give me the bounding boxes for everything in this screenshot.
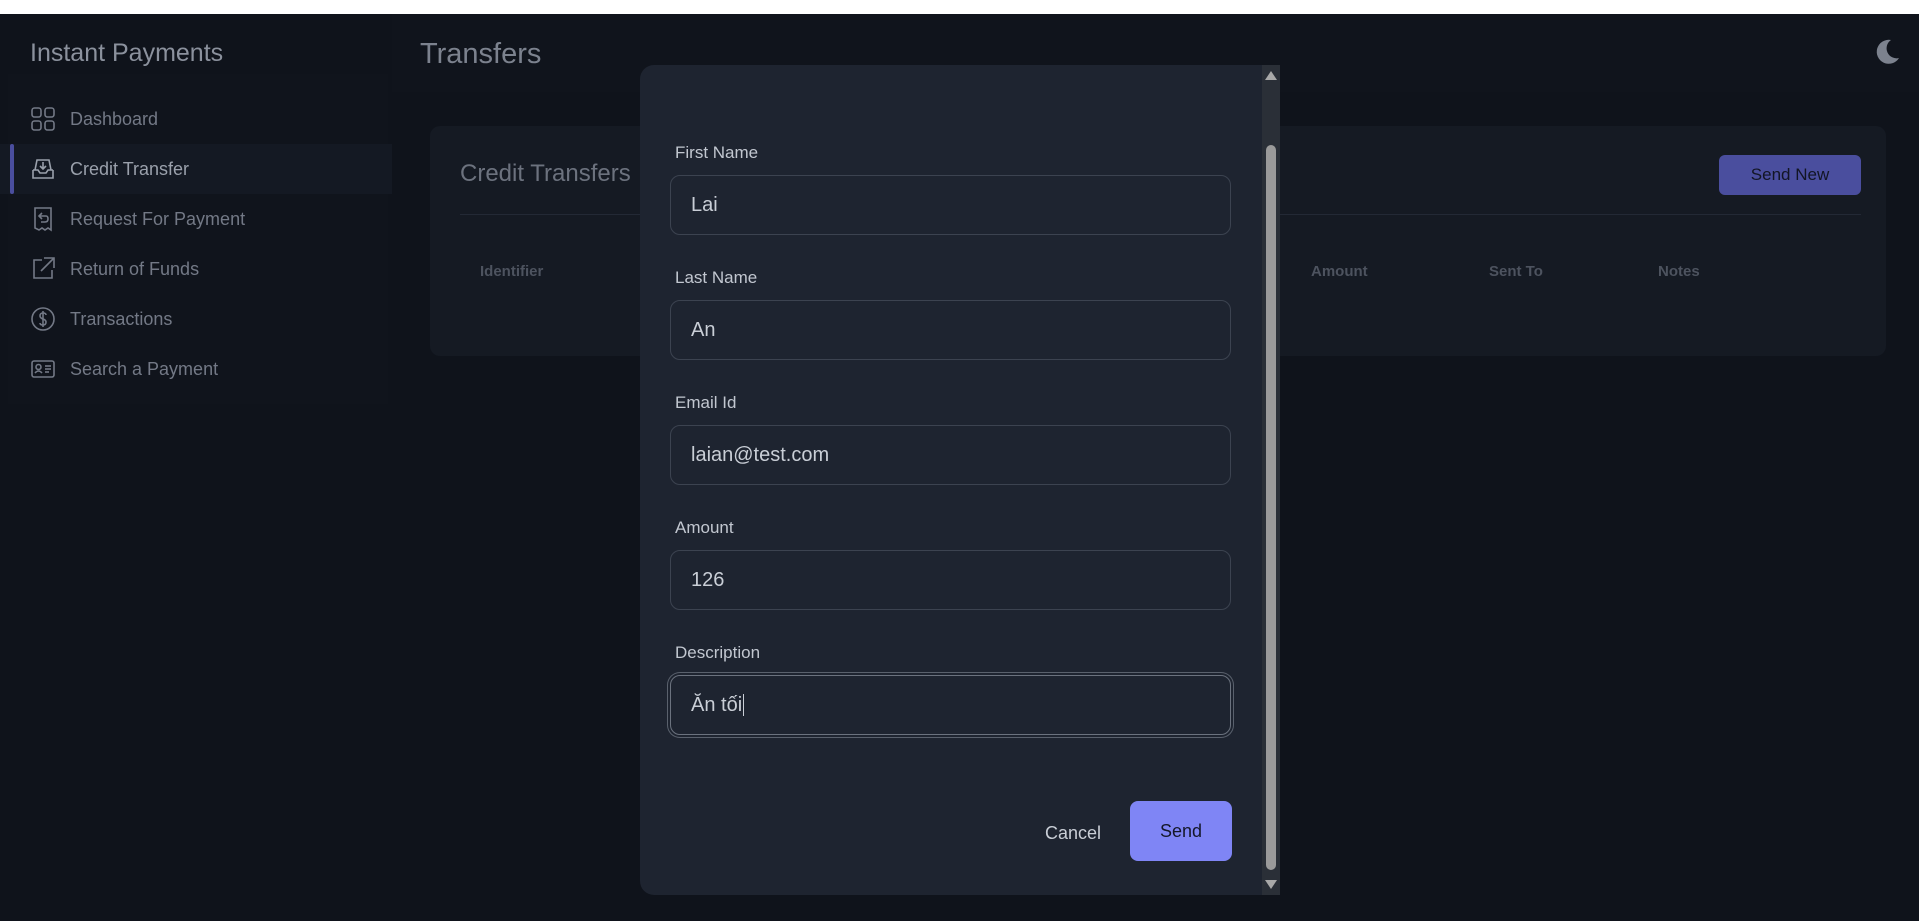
- last-name-value: An: [691, 318, 716, 341]
- modal-scrollbar[interactable]: [1262, 65, 1280, 895]
- email-field[interactable]: laian@test.com: [670, 425, 1231, 485]
- send-transfer-modal: First Name Lai Last Name An Email Id lai…: [640, 65, 1280, 895]
- email-value: laian@test.com: [691, 443, 830, 466]
- page-title: Transfers: [420, 38, 542, 70]
- app-root: Instant Payments Dashboard Credit Transf…: [0, 14, 1919, 921]
- last-name-label: Last Name: [675, 268, 758, 287]
- sidebar-item-credit-transfer[interactable]: Credit Transfer: [0, 144, 392, 194]
- send-new-button[interactable]: Send New: [1719, 155, 1861, 195]
- send-button[interactable]: Send: [1130, 801, 1232, 861]
- receipt-return-icon: [30, 206, 56, 232]
- sidebar-nav: Dashboard Credit Transfer Request For Pa…: [0, 94, 392, 394]
- last-name-field[interactable]: An: [670, 300, 1231, 360]
- moon-icon[interactable]: [1871, 36, 1903, 68]
- text-caret: [743, 694, 745, 716]
- cancel-button[interactable]: Cancel: [1045, 823, 1101, 844]
- id-card-icon: [30, 356, 56, 382]
- sidebar-item-transactions[interactable]: Transactions: [0, 294, 392, 344]
- scroll-thumb[interactable]: [1266, 145, 1276, 870]
- column-header-identifier[interactable]: Identifier: [480, 263, 543, 280]
- external-link-icon: [30, 256, 56, 282]
- sidebar-item-search-a-payment[interactable]: Search a Payment: [0, 344, 392, 394]
- column-header-sent-to[interactable]: Sent To: [1489, 263, 1543, 280]
- column-header-notes[interactable]: Notes: [1658, 263, 1700, 280]
- first-name-value: Lai: [691, 193, 718, 216]
- sidebar-item-label: Request For Payment: [70, 208, 246, 229]
- sidebar-item-dashboard[interactable]: Dashboard: [0, 94, 392, 144]
- grid-icon: [30, 106, 56, 132]
- sidebar-item-request-for-payment[interactable]: Request For Payment: [0, 194, 392, 244]
- description-field[interactable]: Ăn tối: [670, 675, 1231, 735]
- first-name-label: First Name: [675, 143, 759, 162]
- column-header-amount[interactable]: Amount: [1311, 263, 1368, 280]
- sidebar-item-label: Transactions: [70, 308, 173, 329]
- sidebar-item-label: Return of Funds: [70, 258, 200, 279]
- amount-value: 126: [691, 568, 725, 591]
- brand-title: Instant Payments: [30, 39, 224, 67]
- scroll-down-arrow-icon[interactable]: [1265, 880, 1277, 889]
- description-value: Ăn tối: [691, 693, 743, 716]
- dollar-circle-icon: [30, 306, 56, 332]
- inbox-download-icon: [30, 156, 56, 182]
- sidebar-item-label: Dashboard: [70, 108, 159, 129]
- description-label: Description: [675, 643, 761, 662]
- sidebar: Instant Payments Dashboard Credit Transf…: [0, 14, 392, 921]
- card-title: Credit Transfers: [460, 160, 631, 187]
- scroll-up-arrow-icon[interactable]: [1265, 71, 1277, 80]
- sidebar-item-return-of-funds[interactable]: Return of Funds: [0, 244, 392, 294]
- sidebar-item-label: Credit Transfer: [70, 158, 190, 179]
- amount-label: Amount: [675, 518, 734, 537]
- amount-field[interactable]: 126: [670, 550, 1231, 610]
- email-label: Email Id: [675, 393, 737, 412]
- first-name-field[interactable]: Lai: [670, 175, 1231, 235]
- sidebar-item-label: Search a Payment: [70, 358, 219, 379]
